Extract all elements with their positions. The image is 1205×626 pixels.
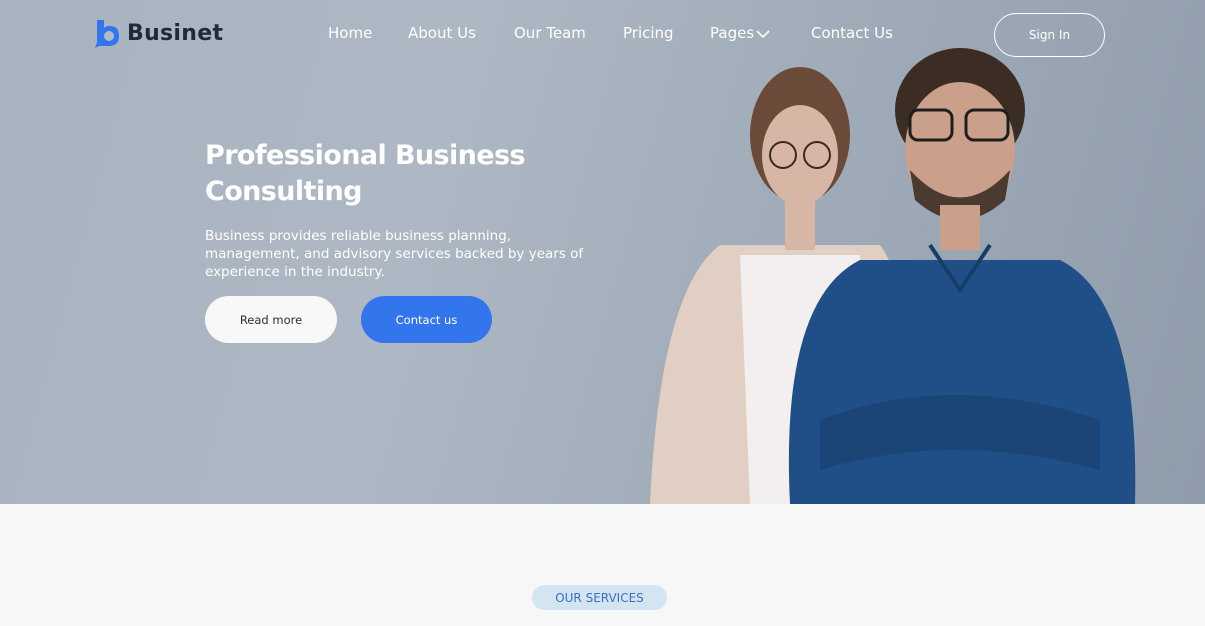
brand-name: Businet [127, 20, 224, 46]
nav-item-home[interactable]: Home [328, 24, 372, 42]
nav-item-about-us[interactable]: About Us [408, 24, 476, 42]
logo-icon [95, 20, 119, 48]
chevron-down-icon [756, 29, 770, 38]
nav-item-our-team[interactable]: Our Team [514, 24, 586, 42]
hero-section: Businet Home About Us Our Team Pricing P… [0, 0, 1205, 504]
hero-title: Professional Business Consulting [205, 140, 526, 207]
logo[interactable]: Businet [93, 18, 223, 48]
hero-people-image [650, 48, 1136, 504]
our-services-badge: OUR SERVICES [532, 585, 667, 610]
read-more-button[interactable]: Read more [205, 296, 337, 343]
hero-description: Business provides reliable business plan… [205, 228, 584, 280]
contact-us-button[interactable]: Contact us [361, 296, 492, 343]
